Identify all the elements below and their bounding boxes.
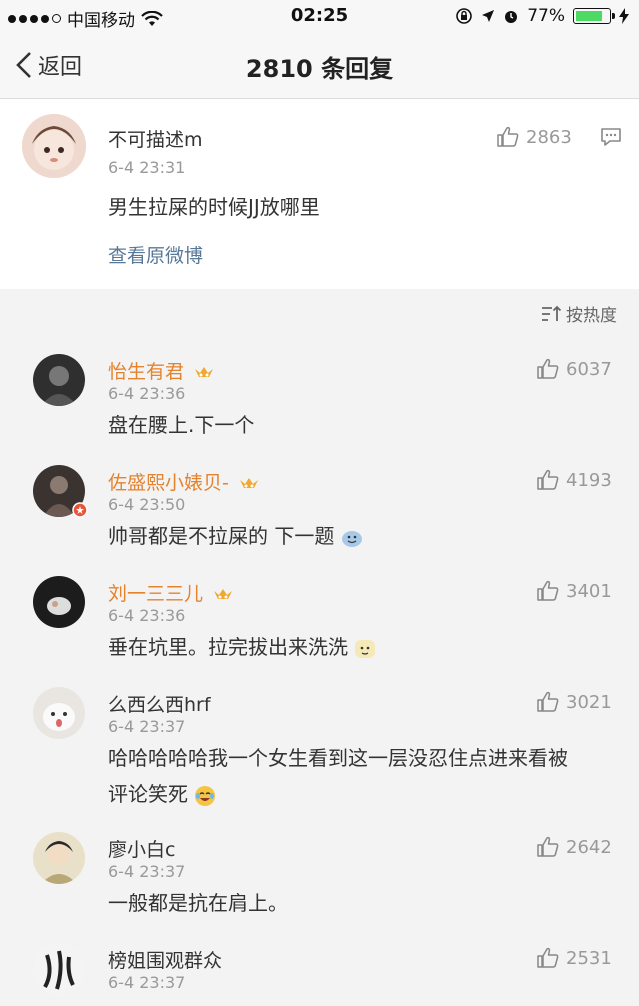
emoji-icon xyxy=(355,639,376,658)
comment-author[interactable]: 刘一三三儿 xyxy=(108,579,233,606)
comment-content: 帅哥都是不拉屎的 下一题 xyxy=(108,518,363,554)
comment-item: 刘一三三儿 6-4 23:36 3401 垂在坑里。拉完拔出来洗洗 xyxy=(0,563,639,674)
vip-badge-icon xyxy=(214,588,233,599)
original-post: 不可描述m 6-4 23:31 2863 男生拉屎的时候JJ放哪里 查看原微博 xyxy=(0,99,639,289)
sort-button[interactable]: 按热度 xyxy=(540,301,617,326)
comment-like-button[interactable]: 3401 xyxy=(536,579,612,603)
sort-bar: 按热度 xyxy=(0,289,639,341)
comment-author[interactable]: 佐盛熙小婊贝- xyxy=(108,468,259,495)
comment-content: 一般都是抗在肩上。 xyxy=(108,891,288,915)
vip-badge-icon xyxy=(195,366,214,377)
comment-time: 6-4 23:50 xyxy=(108,495,186,514)
comment-time: 6-4 23:37 xyxy=(108,973,186,992)
comment-like-button[interactable]: 2531 xyxy=(536,946,612,970)
status-bar: 中国移动 02:25 77% xyxy=(0,0,639,34)
comment-item: 怡生有君 6-4 23:36 6037 盘在腰上.下一个 xyxy=(0,341,639,452)
comment-like-button[interactable]: 4193 xyxy=(536,468,612,492)
post-like-count: 2863 xyxy=(526,126,572,148)
comment-author[interactable]: 榜姐围观群众 xyxy=(108,946,222,973)
verified-badge-icon xyxy=(72,502,88,518)
comment-item: 么西么西hrf 6-4 23:37 3021 哈哈哈哈哈我一个女生看到这一层没忍… xyxy=(0,674,639,819)
avatar[interactable] xyxy=(33,576,85,628)
battery-icon xyxy=(573,8,615,24)
post-time: 6-4 23:31 xyxy=(108,158,186,177)
comment-like-button[interactable]: 6037 xyxy=(536,357,612,381)
sort-label: 按热度 xyxy=(566,306,617,326)
comment-like-count: 4193 xyxy=(566,469,612,491)
post-like-button[interactable]: 2863 xyxy=(496,125,572,149)
comment-content-line: 哈哈哈哈哈我一个女生看到这一层没忍住点进来看被 xyxy=(108,746,568,770)
emoji-icon xyxy=(341,530,362,547)
comment-content: 哈哈哈哈哈我一个女生看到这一层没忍住点进来看被 评论笑死 xyxy=(108,740,618,812)
comment-item: 廖小白c 6-4 23:37 2642 一般都是抗在肩上。 xyxy=(0,819,639,930)
thumbs-up-icon xyxy=(537,469,559,490)
laughing-emoji-icon xyxy=(195,785,216,806)
sort-icon xyxy=(542,305,562,321)
rotation-lock-icon xyxy=(456,8,473,24)
comment-like-count: 3401 xyxy=(566,580,612,602)
comment-like-count: 2531 xyxy=(566,947,612,969)
thumbs-up-icon xyxy=(497,126,519,147)
location-icon xyxy=(482,10,495,22)
charging-icon xyxy=(619,8,629,24)
vip-badge-icon xyxy=(239,477,258,488)
comment-content: 垂在坑里。拉完拔出来洗洗 xyxy=(108,629,376,665)
comment-author[interactable]: 廖小白c xyxy=(108,835,175,862)
thumbs-up-icon xyxy=(537,836,559,857)
comment-time: 6-4 23:37 xyxy=(108,862,186,881)
thumbs-up-icon xyxy=(537,358,559,379)
comment-content: 盘在腰上.下一个 xyxy=(108,413,255,437)
avatar[interactable] xyxy=(33,354,85,406)
comment-time: 6-4 23:37 xyxy=(108,717,186,736)
comment-like-count: 6037 xyxy=(566,358,612,380)
nav-bar: 返回 2810 条回复 xyxy=(0,34,639,99)
view-original-link[interactable]: 查看原微博 xyxy=(108,241,203,268)
comment-author[interactable]: 么西么西hrf xyxy=(108,690,211,717)
thumbs-up-icon xyxy=(537,947,559,968)
thumbs-up-icon xyxy=(537,580,559,601)
avatar[interactable] xyxy=(33,687,85,739)
comment-like-count: 2642 xyxy=(566,836,612,858)
comment-icon[interactable] xyxy=(599,125,623,149)
comment-time: 6-4 23:36 xyxy=(108,384,186,403)
alarm-icon xyxy=(505,11,518,23)
status-right: 77% xyxy=(455,6,629,26)
avatar[interactable] xyxy=(33,832,85,884)
avatar[interactable] xyxy=(33,943,85,995)
battery-percent: 77% xyxy=(527,6,565,26)
comment-content-line: 评论笑死 xyxy=(108,776,618,812)
comment-item: 佐盛熙小婊贝- 6-4 23:50 4193 帅哥都是不拉屎的 下一题 xyxy=(0,452,639,563)
comment-item: 榜姐围观群众 6-4 23:37 2531 xyxy=(0,930,639,1006)
avatar[interactable] xyxy=(22,114,86,178)
comment-like-count: 3021 xyxy=(566,691,612,713)
comment-like-button[interactable]: 3021 xyxy=(536,690,612,714)
comment-like-button[interactable]: 2642 xyxy=(536,835,612,859)
post-author[interactable]: 不可描述m xyxy=(108,125,203,152)
comment-author[interactable]: 怡生有君 xyxy=(108,357,214,384)
post-content: 男生拉屎的时候JJ放哪里 xyxy=(108,195,320,219)
comment-time: 6-4 23:36 xyxy=(108,606,186,625)
thumbs-up-icon xyxy=(537,691,559,712)
page-title: 2810 条回复 xyxy=(245,55,394,83)
